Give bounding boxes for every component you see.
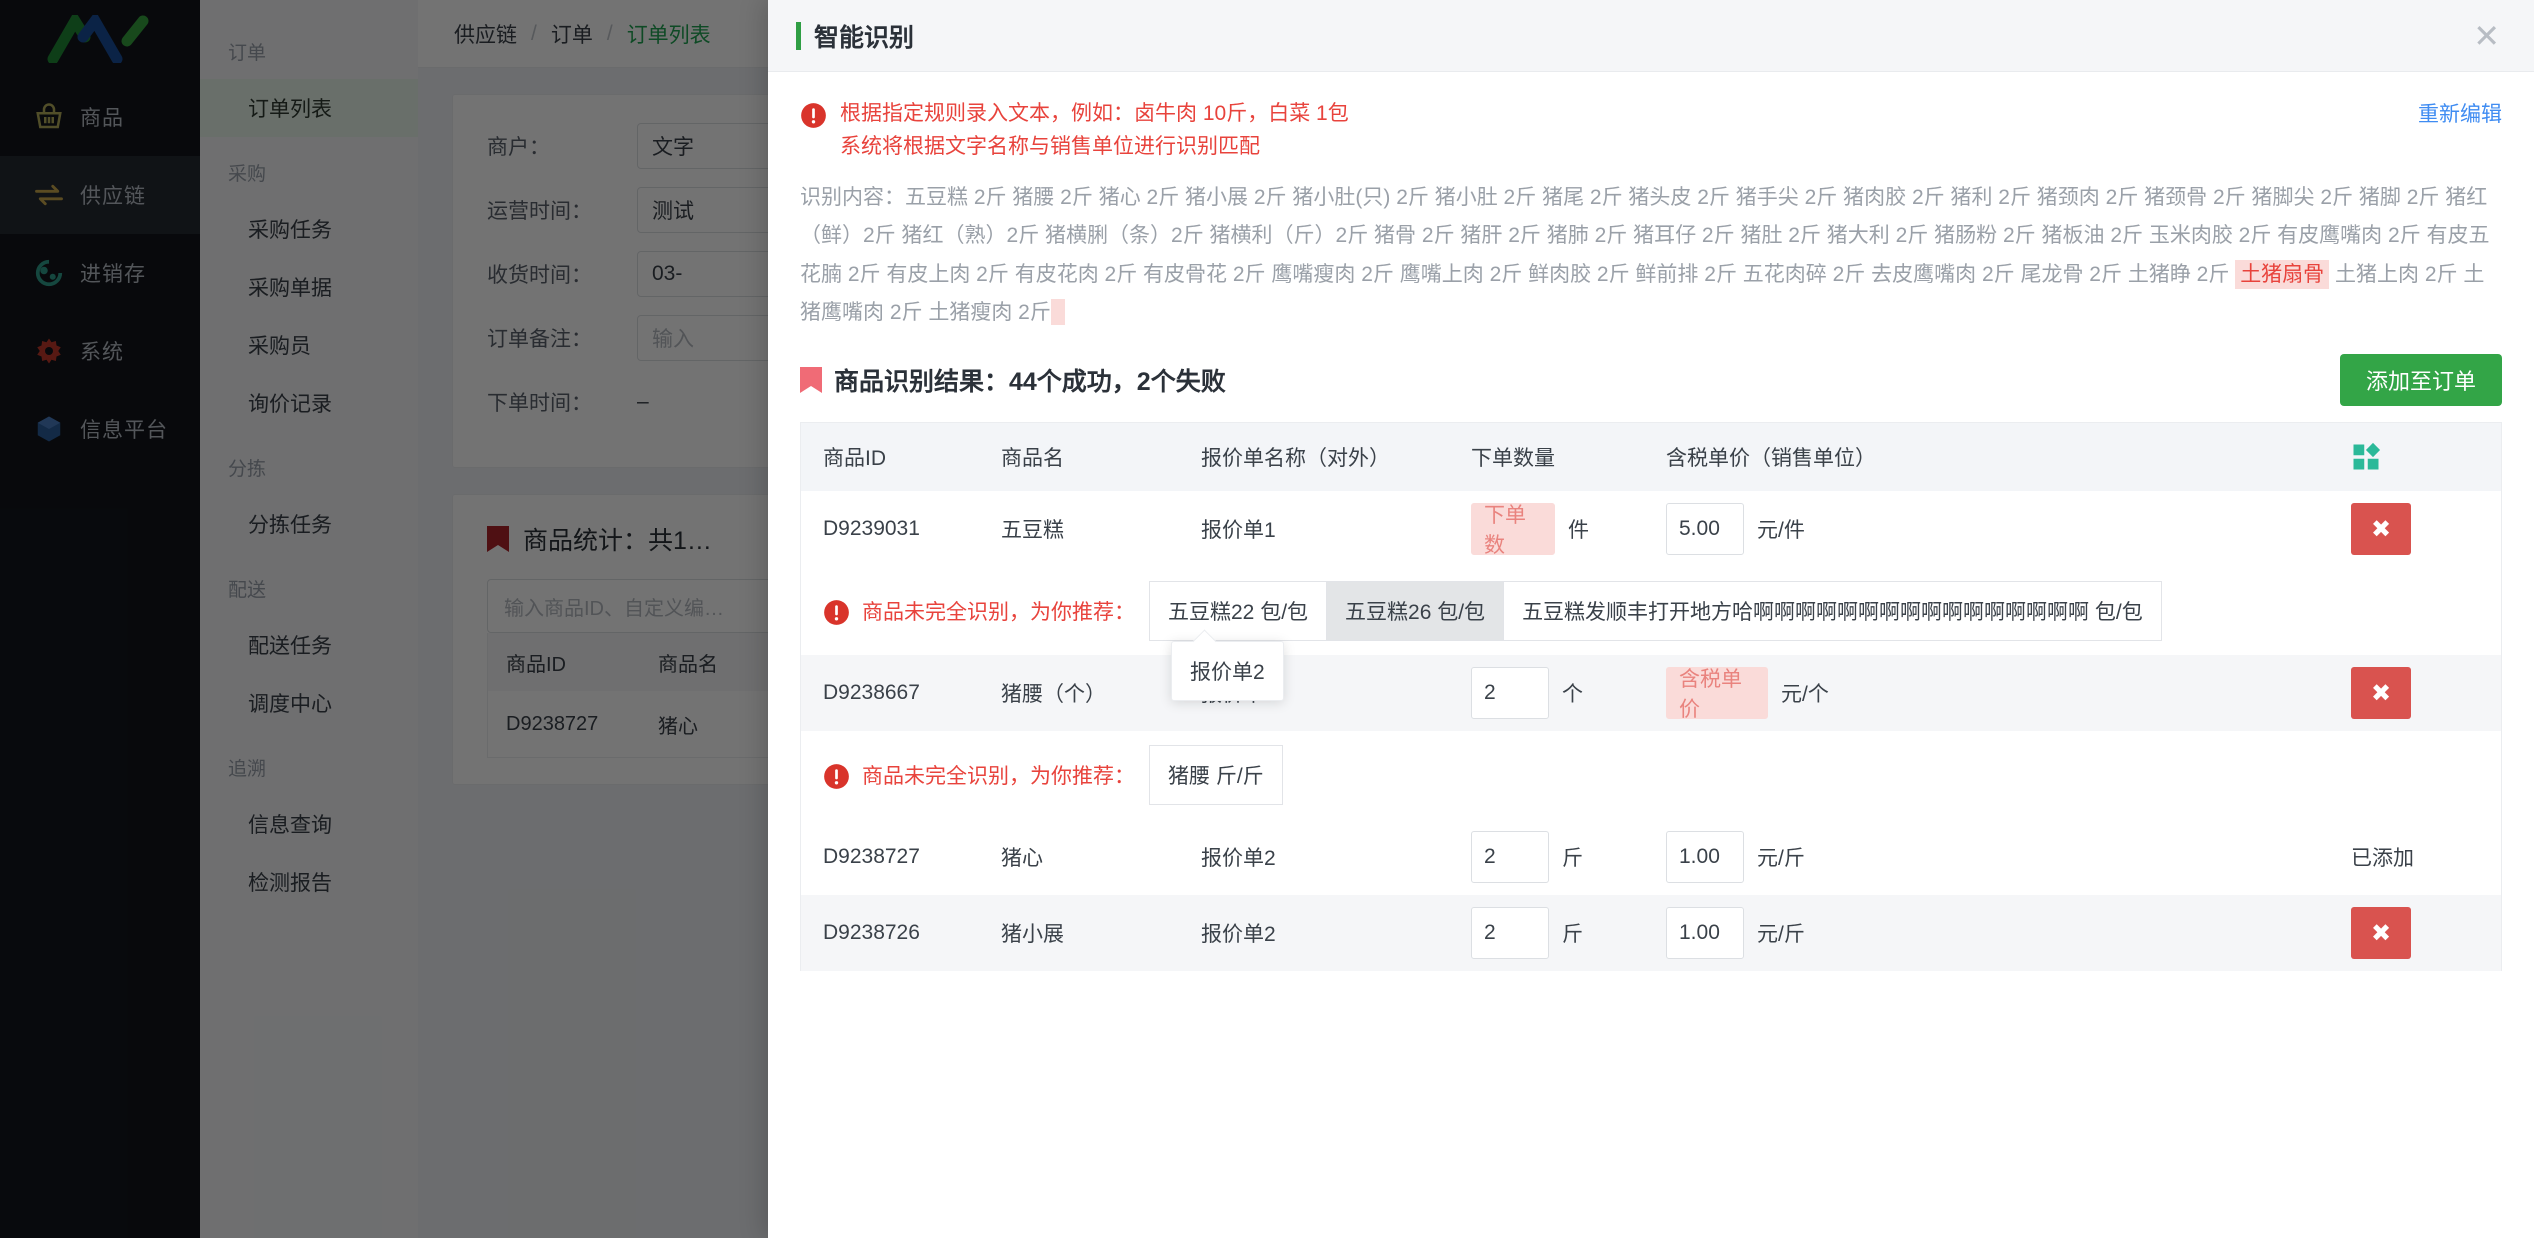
cell-tax-price: 1.00 元/斤 <box>1666 906 2351 959</box>
order-qty-unit: 斤 <box>1562 846 1583 870</box>
modal-title: 智能识别 <box>814 23 915 52</box>
delete-row-button[interactable]: ✖ <box>2351 666 2411 719</box>
tax-price-unit: 元/斤 <box>1757 846 1805 870</box>
cell-tax-price: 1.00 元/斤 <box>1666 830 2351 883</box>
warning-circle-icon <box>801 103 826 128</box>
warning-circle-icon <box>824 764 849 790</box>
recommendation-chip[interactable]: 五豆糕22 包/包 <box>1149 580 1328 641</box>
tax-price-input[interactable]: 1.00 <box>1666 830 1744 883</box>
result-title-wrap: 商品识别结果：44个成功，2个失败 <box>800 362 1226 398</box>
text-cursor <box>1050 298 1065 325</box>
cell-product-name: 五豆糕 <box>1001 518 1064 542</box>
cell-product-id: D9238667 <box>823 680 920 704</box>
recommendation-label-wrap: 商品未完全识别，为你推荐： <box>823 759 1135 790</box>
column-header-quote-name: 报价单名称（对外） <box>1201 446 1390 470</box>
tax-price-unit: 元/个 <box>1781 682 1829 706</box>
tax-price-unit: 元/斤 <box>1757 922 1805 946</box>
cell-action: ✖ <box>2351 906 2501 959</box>
cell-product-id: D9239031 <box>823 516 920 540</box>
title-accent-bar <box>796 21 801 50</box>
cell-order-qty: 下单数 件 <box>1471 502 1666 557</box>
recognized-highlight: 土猪扇骨 <box>2235 259 2330 289</box>
recognition-result-table: 商品ID 商品名 报价单名称（对外） 下单数量 含税单价（销售单位） D9239… <box>800 421 2502 971</box>
table-row[interactable]: D9238727 猪心 报价单2 2 斤 1.00 元/斤 已添加 <box>801 818 2501 895</box>
cell-quote-name: 报价单2 <box>1201 846 1276 870</box>
recommendation-row: 商品未完全识别，为你推荐： 五豆糕22 包/包 五豆糕26 包/包 五豆糕发顺丰… <box>801 566 2501 701</box>
recommendation-row: 商品未完全识别，为你推荐： 猪腰 斤/斤 <box>801 730 2501 819</box>
delete-row-button[interactable]: ✖ <box>2351 502 2411 555</box>
cell-product-name: 猪心 <box>1001 846 1043 870</box>
result-title: 商品识别结果：44个成功，2个失败 <box>834 367 1226 396</box>
tax-price-unit: 元/件 <box>1757 518 1805 542</box>
order-qty-input[interactable]: 2 <box>1471 666 1549 719</box>
column-header-product-name: 商品名 <box>1001 446 1064 470</box>
instruction-tip: 根据指定规则录入文本，例如：卤牛肉 10斤，白菜 1包 系统将根据文字名称与销售… <box>800 72 2502 167</box>
table-settings-button[interactable] <box>2351 442 2501 472</box>
tag-icon <box>800 366 822 393</box>
instruction-text: 根据指定规则录入文本，例如：卤牛肉 10斤，白菜 1包 系统将根据文字名称与销售… <box>840 98 1349 163</box>
grid-settings-icon <box>2353 442 2381 470</box>
close-icon[interactable]: ✕ <box>2465 16 2508 56</box>
cell-order-qty: 2 斤 <box>1471 830 1666 883</box>
instruction-line-2: 系统将根据文字名称与销售单位进行识别匹配 <box>840 134 1260 158</box>
table-row[interactable]: D9238726 猪小展 报价单2 2 斤 1.00 元/斤 ✖ <box>801 894 2501 971</box>
added-status-label: 已添加 <box>2351 846 2414 870</box>
cell-action: ✖ <box>2351 666 2501 719</box>
warning-circle-icon <box>824 600 849 626</box>
table-row[interactable]: D9239031 五豆糕 报价单1 下单数 件 5.00 元/件 ✖ <box>801 490 2501 567</box>
app-root: 商品 供应链 进销存 <box>0 0 2534 1238</box>
quote-tooltip-popover: 报价单2 <box>1171 640 1284 701</box>
recommendation-chip[interactable]: 五豆糕发顺丰打开地方哈啊啊啊啊啊啊啊啊啊啊啊啊啊啊啊啊 包/包 <box>1503 580 2162 641</box>
column-header-product-id: 商品ID <box>823 446 886 470</box>
add-to-order-button[interactable]: 添加至订单 <box>2339 353 2502 406</box>
tax-price-input[interactable]: 含税单价 <box>1666 666 1768 721</box>
recommendation-label: 商品未完全识别，为你推荐： <box>862 600 1135 624</box>
recommendation-chip-selected[interactable]: 五豆糕26 包/包 <box>1326 580 1505 641</box>
order-qty-input[interactable]: 2 <box>1471 906 1549 959</box>
smart-recognition-modal: 智能识别 ✕ 根据指定规则录入文本，例如：卤牛肉 10斤，白菜 1包 系统将根据… <box>768 0 2534 1238</box>
order-qty-input[interactable]: 下单数 <box>1471 502 1555 557</box>
tax-price-input[interactable]: 5.00 <box>1666 502 1744 555</box>
table-row[interactable]: D9238667 猪腰（个） 报价单2 2 个 含税单价 元/个 ✖ <box>801 654 2501 731</box>
cell-product-id: D9238726 <box>823 920 920 944</box>
table-header-row: 商品ID 商品名 报价单名称（对外） 下单数量 含税单价（销售单位） <box>801 422 2501 491</box>
recommendation-chips: 五豆糕22 包/包 五豆糕26 包/包 五豆糕发顺丰打开地方哈啊啊啊啊啊啊啊啊啊… <box>1149 580 2162 641</box>
order-qty-unit: 件 <box>1568 518 1589 542</box>
cell-product-id: D9238727 <box>823 844 920 868</box>
recommendation-label-wrap: 商品未完全识别，为你推荐： <box>823 595 1135 626</box>
recognized-label: 识别内容： <box>800 186 905 210</box>
cell-action: 已添加 <box>2351 842 2501 872</box>
cell-quote-name: 报价单1 <box>1201 518 1276 542</box>
recommendation-label: 商品未完全识别，为你推荐： <box>862 764 1135 788</box>
delete-row-button[interactable]: ✖ <box>2351 906 2411 959</box>
cell-product-name: 猪小展 <box>1001 922 1064 946</box>
modal-header: 智能识别 ✕ <box>768 0 2534 72</box>
column-header-order-qty: 下单数量 <box>1471 446 1555 470</box>
column-header-tax-price: 含税单价（销售单位） <box>1666 446 1876 470</box>
order-qty-unit: 个 <box>1562 682 1583 706</box>
recommendation-chips: 猪腰 斤/斤 <box>1149 744 1283 805</box>
tax-price-input[interactable]: 1.00 <box>1666 906 1744 959</box>
recognized-content: 识别内容：五豆糕 2斤 猪腰 2斤 猪心 2斤 猪小展 2斤 猪小肚(只) 2斤… <box>800 167 2502 340</box>
instruction-line-1: 根据指定规则录入文本，例如：卤牛肉 10斤，白菜 1包 <box>840 102 1349 125</box>
cell-quote-name: 报价单2 <box>1201 922 1276 946</box>
result-header: 商品识别结果：44个成功，2个失败 添加至订单 <box>800 340 2502 422</box>
cell-action: ✖ <box>2351 502 2501 555</box>
cell-order-qty: 2 斤 <box>1471 906 1666 959</box>
cell-order-qty: 2 个 <box>1471 666 1666 719</box>
re-edit-link[interactable]: 重新编辑 <box>2418 98 2502 128</box>
cell-tax-price: 含税单价 元/个 <box>1666 666 2351 721</box>
recommendation-chip[interactable]: 猪腰 斤/斤 <box>1149 744 1283 805</box>
order-qty-unit: 斤 <box>1562 922 1583 946</box>
order-qty-input[interactable]: 2 <box>1471 830 1549 883</box>
modal-body: 根据指定规则录入文本，例如：卤牛肉 10斤，白菜 1包 系统将根据文字名称与销售… <box>768 72 2534 1238</box>
cell-tax-price: 5.00 元/件 <box>1666 502 2351 555</box>
